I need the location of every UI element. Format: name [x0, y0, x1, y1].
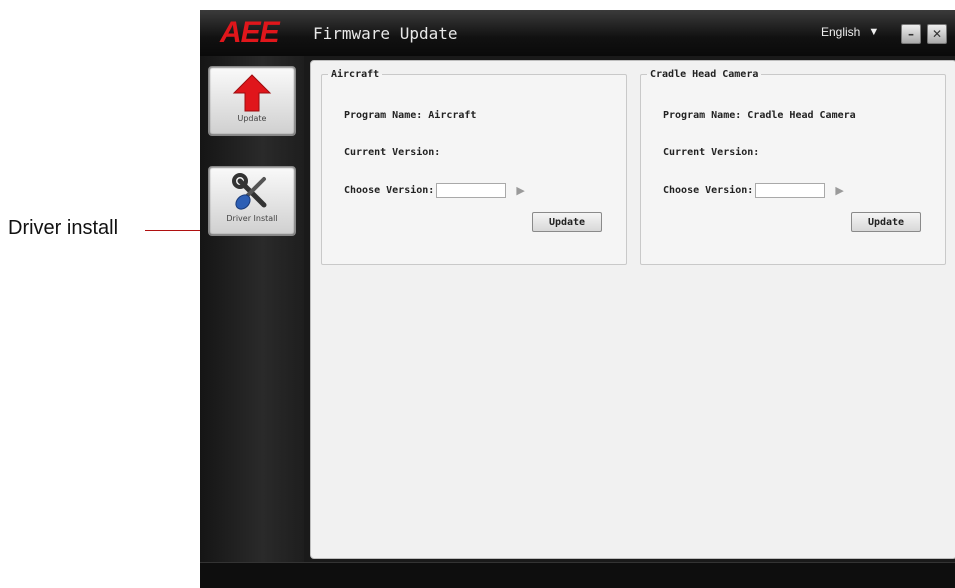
minimize-button[interactable]: – [901, 24, 921, 44]
current-version: Current Version: [344, 147, 441, 158]
sidebar: Update Driver Install [200, 56, 304, 562]
choose-version-label: Choose Version: [344, 185, 435, 196]
sidebar-driver-install-button[interactable]: Driver Install [208, 166, 296, 236]
program-name: Program Name: Cradle Head Camera [663, 110, 856, 121]
close-button[interactable]: ✕ [927, 24, 947, 44]
play-arrow-icon[interactable]: ▶ [516, 184, 524, 197]
title-bar: AEE Firmware Update English ▼ – ✕ [200, 10, 955, 56]
driver-install-callout-label: Driver install [8, 217, 119, 239]
sidebar-update-button[interactable]: Update [208, 66, 296, 136]
aircraft-panel: Aircraft Program Name: Aircraft Current … [321, 69, 627, 265]
red-up-arrow-icon [232, 74, 272, 112]
version-input[interactable] [755, 183, 826, 198]
sidebar-item-label: Driver Install [226, 214, 278, 223]
firmware-update-window: AEE Firmware Update English ▼ – ✕ Update… [200, 10, 955, 588]
language-value: English [821, 25, 861, 39]
version-input[interactable] [436, 183, 507, 198]
program-name: Program Name: Aircraft [344, 110, 477, 121]
aircraft-update-button[interactable]: Update [532, 212, 602, 232]
play-arrow-icon[interactable]: ▶ [835, 184, 843, 197]
camera-update-button[interactable]: Update [851, 212, 921, 232]
sidebar-item-label: Update [237, 114, 267, 123]
panel-legend: Cradle Head Camera [650, 69, 759, 80]
choose-version-row: Choose Version: ▶ [344, 183, 525, 198]
window-title: Firmware Update [313, 24, 458, 43]
wrench-screwdriver-icon [232, 173, 267, 210]
camera-panel: Cradle Head Camera Program Name: Cradle … [640, 69, 946, 265]
content-area: Aircraft Program Name: Aircraft Current … [310, 60, 955, 559]
status-bar [200, 562, 955, 588]
current-version: Current Version: [663, 147, 760, 158]
dropdown-arrow-icon: ▼ [868, 26, 880, 38]
aee-logo: AEE [220, 16, 280, 49]
choose-version-row: Choose Version: ▶ [663, 183, 844, 198]
language-selector[interactable]: English ▼ [821, 25, 879, 39]
choose-version-label: Choose Version: [663, 185, 754, 196]
panel-legend: Aircraft [331, 69, 380, 80]
